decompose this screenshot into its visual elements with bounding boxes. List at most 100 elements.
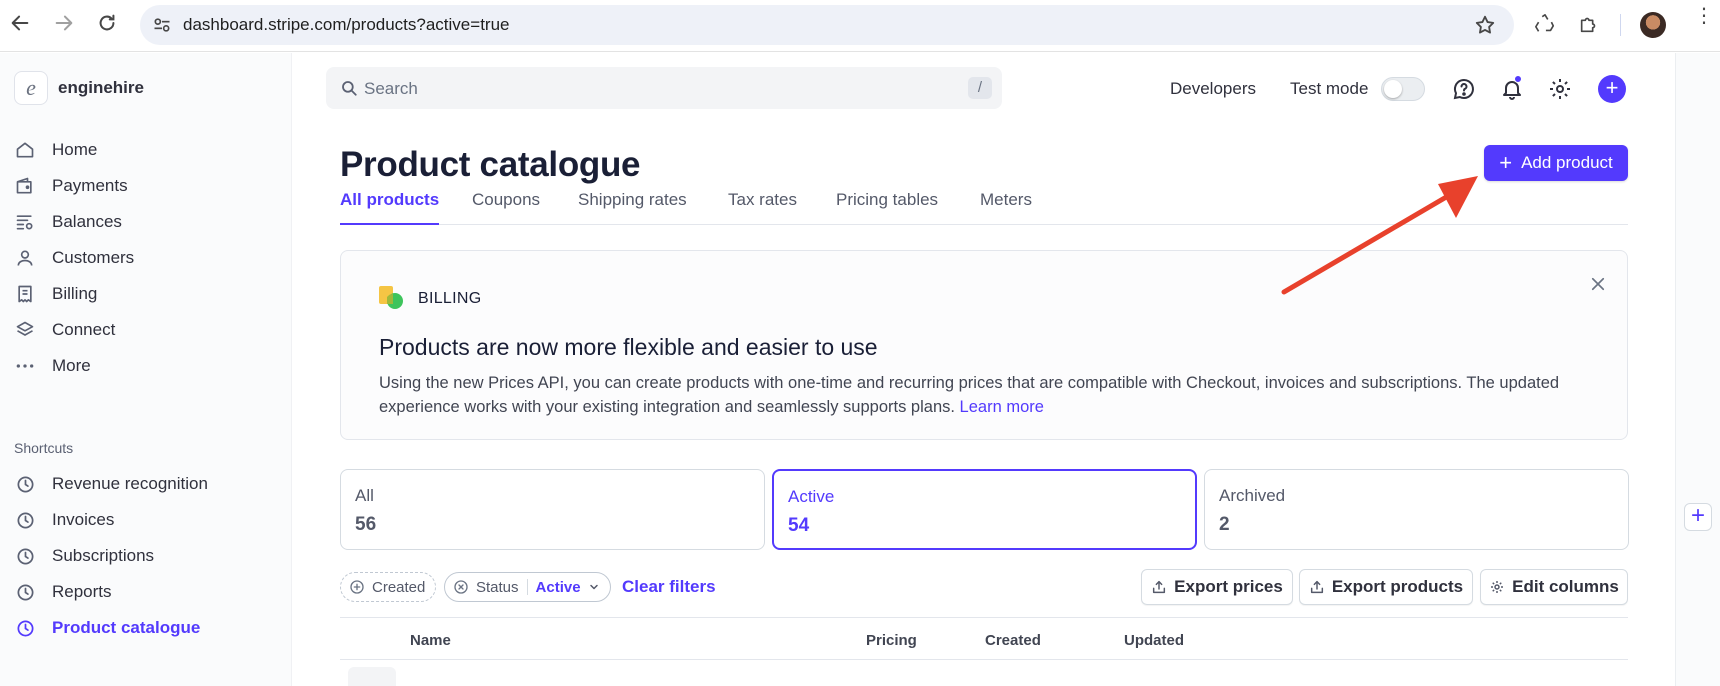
banner-category-label: BILLING	[418, 290, 482, 307]
shortcut-label: Revenue recognition	[52, 474, 208, 493]
stat-count: 54	[788, 515, 810, 536]
tab-all-products[interactable]: All products	[340, 190, 440, 225]
remove-circle-icon[interactable]	[453, 579, 469, 595]
column-header-pricing[interactable]: Pricing	[866, 632, 917, 649]
search-input[interactable]: Search /	[326, 67, 1002, 109]
gear-icon	[1491, 581, 1504, 593]
stat-label: Active	[788, 487, 835, 506]
tab-shipping-rates[interactable]: Shipping rates	[578, 190, 687, 225]
sidebar-item-billing[interactable]: Billing	[14, 276, 134, 312]
account-name: enginehire	[58, 78, 144, 97]
column-header-updated[interactable]: Updated	[1124, 632, 1184, 649]
clock-icon	[14, 581, 36, 603]
bookmark-star-icon[interactable]	[1474, 14, 1496, 36]
products-table-header: Name Pricing Created Updated	[340, 617, 1628, 660]
stripe-dashboard: e enginehire Home Payments Balances Cust…	[0, 53, 1720, 686]
test-mode-label: Test mode	[1290, 79, 1369, 98]
create-plus-icon[interactable]: +	[1598, 75, 1626, 103]
site-settings-icon[interactable]	[152, 15, 172, 35]
browser-menu-icon[interactable]: ⋮	[1694, 6, 1714, 36]
sidebar-item-customers[interactable]: Customers	[14, 240, 134, 276]
shortcut-label: Product catalogue	[52, 618, 201, 637]
settings-gear-icon[interactable]	[1548, 77, 1572, 101]
product-thumbnail	[348, 667, 396, 686]
toggle-knob	[1384, 80, 1402, 98]
sidebar-item-label: Billing	[52, 284, 98, 303]
status-filter-chip[interactable]: Status Active	[444, 572, 611, 602]
shortcut-product-catalogue[interactable]: Product catalogue	[14, 610, 208, 646]
filter-card-archived[interactable]: Archived 2	[1204, 469, 1629, 550]
forward-arrow-icon[interactable]	[53, 12, 75, 34]
shortcut-invoices[interactable]: Invoices	[14, 502, 208, 538]
tab-tax-rates[interactable]: Tax rates	[728, 190, 797, 225]
export-products-button[interactable]: Export products	[1299, 569, 1473, 605]
sidebar-item-balances[interactable]: Balances	[14, 204, 134, 240]
developers-link[interactable]: Developers	[1170, 79, 1256, 99]
export-prices-button[interactable]: Export prices	[1141, 569, 1293, 605]
clock-icon	[14, 509, 36, 531]
shortcut-label: Invoices	[52, 510, 115, 529]
search-placeholder: Search	[364, 79, 418, 98]
test-mode-toggle[interactable]	[1381, 77, 1425, 101]
learn-more-link[interactable]: Learn more	[960, 398, 1044, 416]
sidebar-item-label: Connect	[52, 320, 116, 339]
sidebar-item-label: Balances	[52, 212, 122, 231]
shortcuts-nav: Revenue recognition Invoices Subscriptio…	[14, 466, 208, 646]
shortcut-reports[interactable]: Reports	[14, 574, 208, 610]
sidebar-item-label: Payments	[52, 176, 128, 195]
sidebar-item-more[interactable]: More	[14, 348, 134, 384]
column-header-name[interactable]: Name	[410, 632, 451, 649]
search-icon	[342, 81, 357, 96]
created-filter-chip[interactable]: Created	[340, 572, 437, 602]
export-icon	[1153, 580, 1166, 594]
extensions-puzzle-icon[interactable]	[1578, 13, 1600, 35]
account-switcher[interactable]: e enginehire	[14, 70, 144, 106]
receipt-icon	[14, 283, 36, 305]
column-header-created[interactable]: Created	[985, 632, 1041, 649]
sidebar-item-label: Home	[52, 140, 98, 159]
add-panel-plus-icon[interactable]: +	[1684, 503, 1712, 531]
billing-product-icon	[379, 286, 403, 309]
shortcut-subscriptions[interactable]: Subscriptions	[14, 538, 208, 574]
address-bar[interactable]: dashboard.stripe.com/products?active=tru…	[140, 5, 1514, 45]
clock-icon	[14, 617, 36, 639]
account-logo: e	[14, 71, 48, 105]
sidebar-item-label: More	[52, 356, 91, 375]
export-icon	[1310, 580, 1323, 594]
sidebar-item-label: Customers	[52, 248, 135, 267]
more-icon	[14, 355, 36, 377]
tab-coupons[interactable]: Coupons	[472, 190, 540, 225]
stat-label: Archived	[1219, 486, 1286, 505]
back-arrow-icon[interactable]	[9, 12, 31, 34]
balances-icon	[14, 211, 36, 233]
sidebar-item-connect[interactable]: Connect	[14, 312, 134, 348]
person-icon	[14, 247, 36, 269]
filter-card-all[interactable]: All 56	[340, 469, 765, 550]
filter-card-active[interactable]: Active 54	[772, 469, 1197, 550]
banner-title: Products are now more flexible and easie…	[379, 334, 878, 360]
clear-filters-link[interactable]: Clear filters	[622, 577, 716, 597]
recycle-extension-icon[interactable]	[1534, 13, 1556, 35]
sidebar: e enginehire Home Payments Balances Cust…	[0, 53, 292, 686]
reload-icon[interactable]	[96, 12, 118, 34]
sidebar-item-home[interactable]: Home	[14, 132, 134, 168]
stat-label: All	[355, 486, 374, 505]
notification-dot	[1514, 75, 1522, 83]
profile-avatar[interactable]	[1640, 12, 1666, 38]
tab-pricing-tables[interactable]: Pricing tables	[836, 190, 938, 225]
tab-meters[interactable]: Meters	[980, 190, 1032, 225]
help-icon[interactable]	[1452, 77, 1476, 101]
stat-count: 2	[1219, 514, 1230, 535]
shortcut-label: Subscriptions	[52, 546, 155, 565]
status-filter-label: Status	[476, 578, 519, 596]
export-prices-label: Export prices	[1174, 577, 1283, 596]
url-text[interactable]: dashboard.stripe.com/products?active=tru…	[183, 15, 510, 35]
shortcut-revenue-recognition[interactable]: Revenue recognition	[14, 466, 208, 502]
sidebar-item-payments[interactable]: Payments	[14, 168, 134, 204]
created-filter-label: Created	[372, 578, 426, 596]
close-icon[interactable]	[1589, 275, 1607, 293]
banner-body: Using the new Prices API, you can create…	[379, 371, 1579, 419]
edit-columns-button[interactable]: Edit columns	[1480, 569, 1628, 605]
shortcut-label: Reports	[52, 582, 112, 601]
edit-columns-label: Edit columns	[1512, 577, 1619, 596]
